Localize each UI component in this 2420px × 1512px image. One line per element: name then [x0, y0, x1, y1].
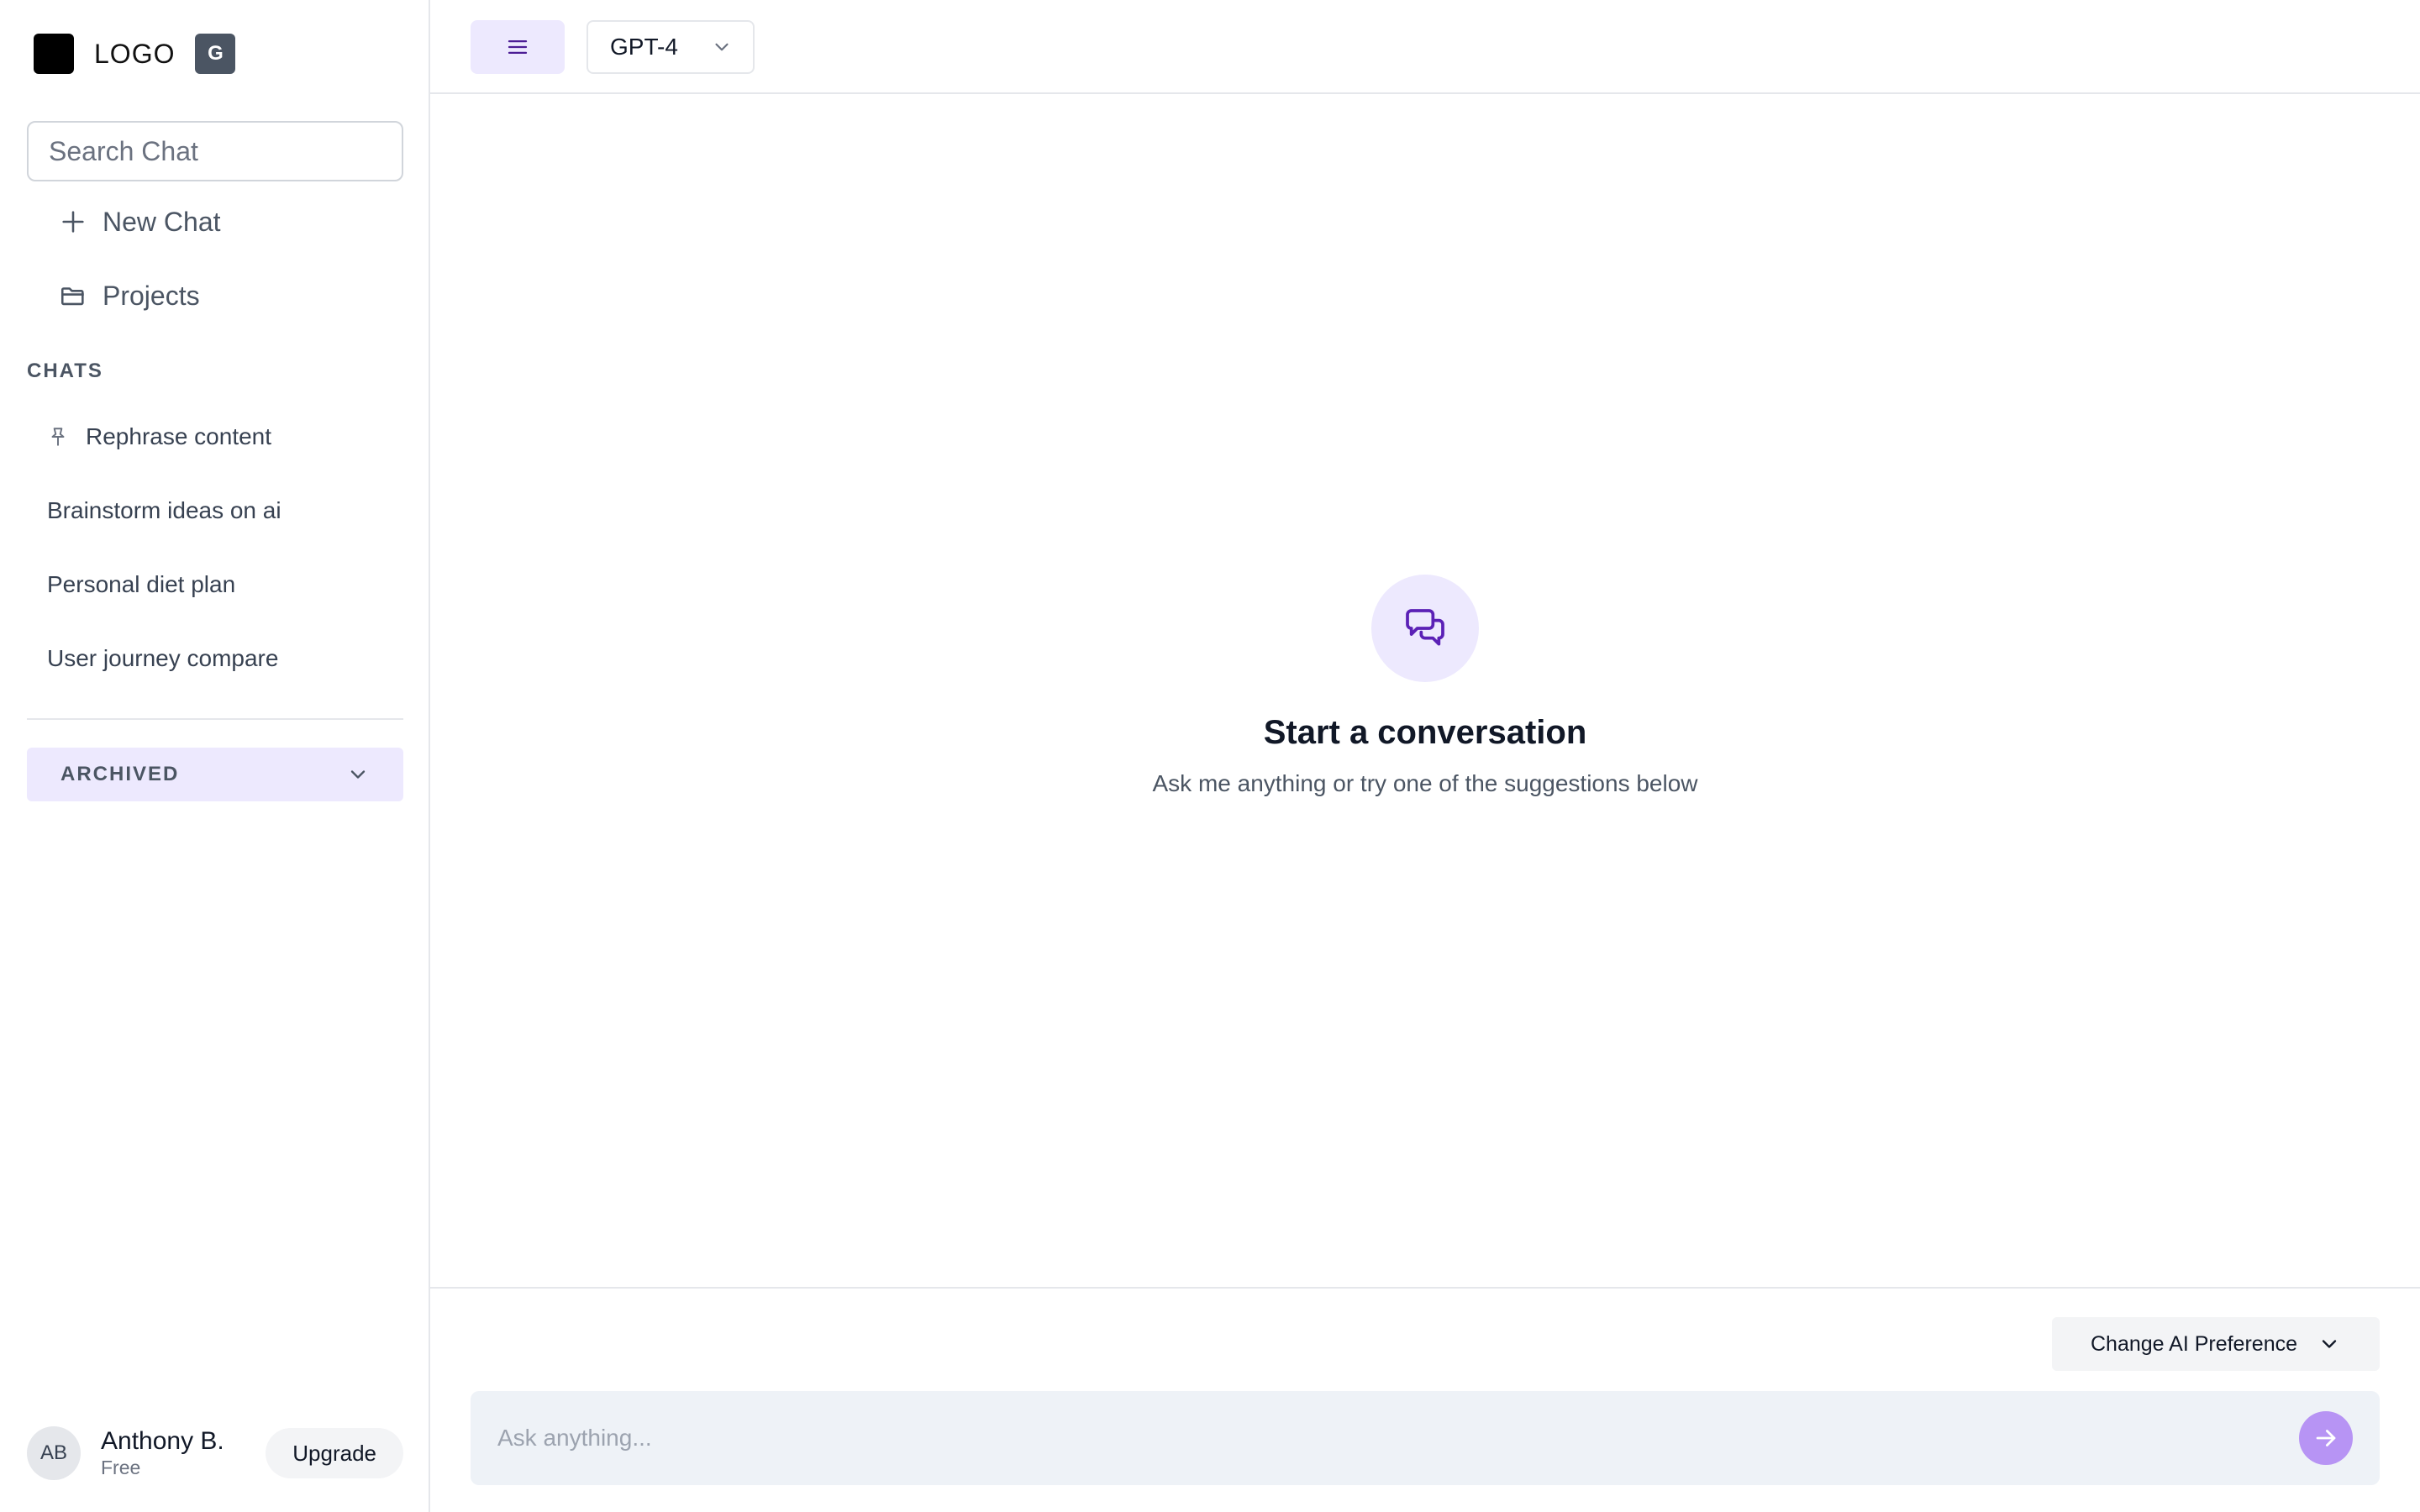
folder-icon	[60, 287, 84, 306]
empty-state-title: Start a conversation	[1263, 714, 1587, 751]
new-chat-label: New Chat	[103, 206, 221, 237]
sidebar: LOGO G New Chat Projects CHATS	[0, 0, 430, 1512]
change-ai-preference-label: Change AI Preference	[2091, 1331, 2297, 1356]
archived-toggle[interactable]: ARCHIVED	[27, 748, 403, 801]
chats-section-label: CHATS	[27, 360, 103, 382]
archived-label: ARCHIVED	[60, 763, 180, 785]
brand-badge: G	[195, 34, 236, 74]
chat-item[interactable]: Brainstorm ideas on ai	[34, 484, 403, 538]
logo-text: LOGO	[94, 38, 176, 69]
chevron-down-icon	[2322, 1340, 2337, 1348]
chat-item-label: Personal diet plan	[47, 571, 236, 597]
composer	[471, 1391, 2380, 1485]
chat-item[interactable]: Personal diet plan	[34, 558, 403, 612]
chat-item-label: Brainstorm ideas on ai	[47, 497, 281, 523]
chat-item[interactable]: User journey compare	[34, 632, 403, 685]
menu-button[interactable]	[471, 20, 565, 74]
avatar[interactable]: AB	[27, 1426, 81, 1480]
projects-label: Projects	[103, 280, 200, 311]
user-profile: AB Anthony B. Free Upgrade	[27, 1426, 403, 1480]
change-ai-preference-button[interactable]: Change AI Preference	[2052, 1317, 2380, 1371]
app-root: LOGO G New Chat Projects CHATS	[0, 0, 2420, 1512]
topbar: GPT-4	[430, 0, 2420, 94]
empty-state: Start a conversation Ask me anything or …	[430, 575, 2420, 797]
chevron-down-icon	[715, 43, 729, 51]
arrow-right-icon	[2316, 1430, 2336, 1446]
search-input[interactable]	[49, 135, 402, 167]
new-chat-button[interactable]: New Chat	[59, 198, 221, 245]
chat-item-label: User journey compare	[47, 645, 279, 671]
composer-divider	[430, 1287, 2420, 1289]
projects-button[interactable]: Projects	[59, 272, 200, 319]
search-box	[27, 121, 403, 181]
chat-bubbles-icon	[1406, 609, 1444, 646]
chevron-down-icon	[350, 770, 366, 779]
upgrade-button[interactable]: Upgrade	[266, 1428, 403, 1478]
main-panel: GPT-4 Start a conversation Ask me anythi…	[430, 0, 2420, 1512]
user-name: Anthony B.	[101, 1427, 224, 1455]
brand: LOGO G	[34, 34, 236, 74]
user-info: Anthony B. Free	[101, 1427, 224, 1479]
menu-icon	[508, 40, 528, 54]
pin-icon	[51, 428, 65, 446]
empty-state-subtitle: Ask me anything or try one of the sugges…	[1152, 770, 1698, 796]
user-plan: Free	[101, 1457, 141, 1478]
logo-mark	[34, 34, 74, 74]
message-input[interactable]	[497, 1425, 2299, 1452]
empty-state-icon-circle	[1371, 575, 1479, 682]
model-select-value: GPT-4	[610, 34, 678, 60]
send-button[interactable]	[2299, 1411, 2353, 1465]
chat-item-label: Rephrase content	[86, 423, 272, 449]
sidebar-divider	[27, 718, 403, 720]
model-select[interactable]: GPT-4	[587, 20, 755, 74]
plus-icon	[62, 211, 84, 233]
chat-item[interactable]: Rephrase content	[34, 410, 403, 464]
